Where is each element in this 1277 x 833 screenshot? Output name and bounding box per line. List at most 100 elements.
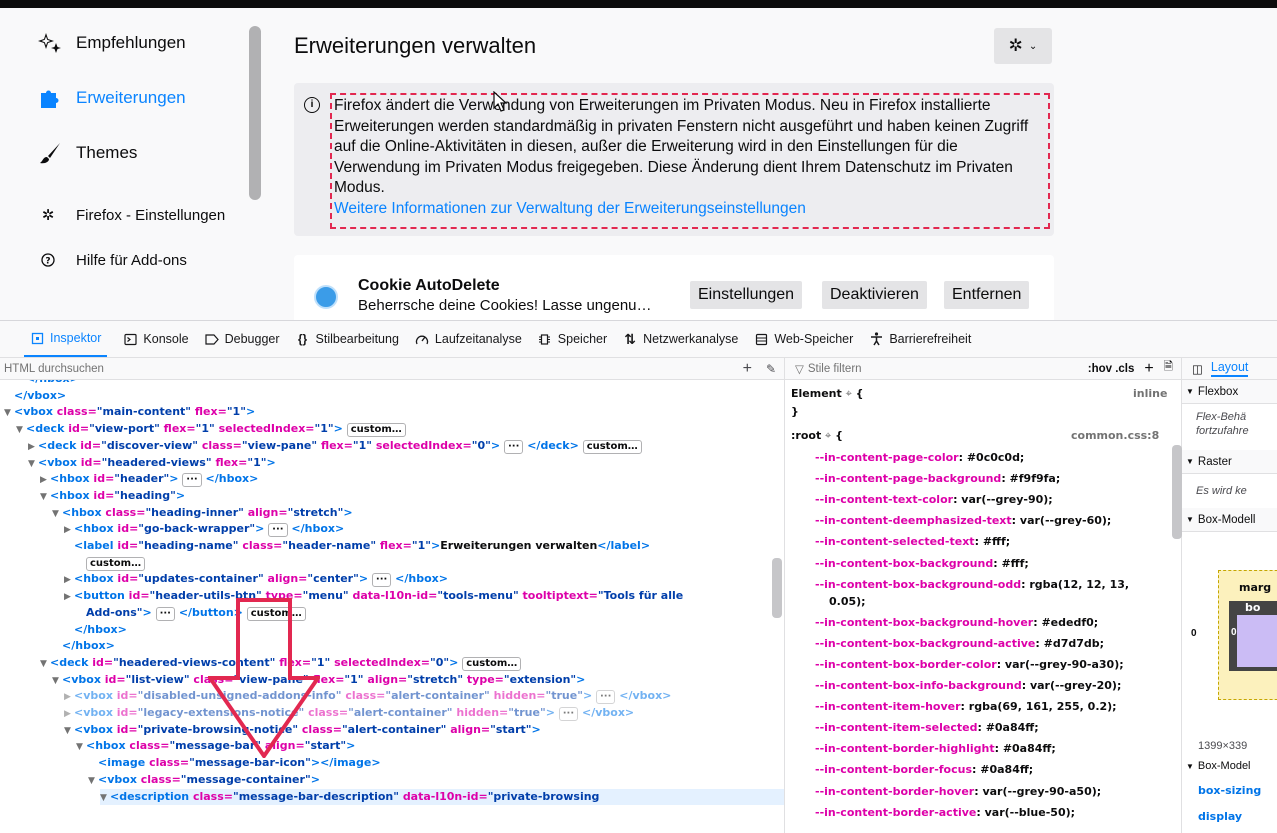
property-value[interactable]: rgba(69, 161, 255, 0.2); — [969, 700, 1117, 713]
css-declaration[interactable]: --in-content-item-selected: #0a84ff; — [815, 720, 1039, 736]
property-value[interactable]: #0a84ff; — [986, 721, 1039, 734]
css-declaration[interactable]: --in-content-border-focus: #0a84ff; — [815, 762, 1033, 778]
markup-node[interactable]: ▼ <hbox id="heading"> — [40, 488, 185, 504]
property-name[interactable]: --in-content-text-color — [815, 493, 953, 506]
css-declaration[interactable]: --in-content-border-active: var(--blue-5… — [815, 805, 1075, 821]
markup-node[interactable]: ▶ <vbox id="disabled-unsigned-addons-info… — [64, 688, 671, 705]
property-value[interactable]: #fff; — [1001, 557, 1028, 570]
property-name[interactable]: --in-content-box-background-hover — [815, 616, 1033, 629]
learn-more-link[interactable]: Weitere Informationen zur Verwaltung der… — [334, 199, 1046, 220]
twisty-icon[interactable]: ▶ — [64, 522, 74, 538]
property-value[interactable]: #0a84ff; — [980, 763, 1033, 776]
twisty-icon[interactable]: ▶ — [64, 706, 74, 722]
css-declaration[interactable]: --in-content-item-hover: rgba(69, 161, 2… — [815, 699, 1117, 715]
firefox-settings-link[interactable]: ✲ Firefox - Einstellungen — [38, 200, 226, 230]
markup-node[interactable]: ▼ <description class="message-bar-descrip… — [100, 788, 784, 805]
css-declaration[interactable]: --in-content-box-background: #fff; — [815, 556, 1029, 572]
add-node-icon[interactable]: + — [743, 360, 752, 378]
markup-node[interactable]: ▼ <deck id="view-port" flex="1" selectedI… — [16, 421, 406, 438]
markup-node[interactable]: ▼ <vbox class="main-content" flex="1"> — [4, 404, 255, 420]
border-left-value[interactable]: 0 — [1231, 627, 1237, 638]
add-rule-icon[interactable]: + — [1144, 360, 1153, 378]
property-value[interactable]: var(--blue-50); — [985, 806, 1075, 819]
markup-node[interactable]: <label id="heading-name" class="header-n… — [64, 538, 650, 554]
property-name[interactable]: --in-content-page-background — [815, 472, 1001, 485]
markup-node[interactable]: ▶ <hbox id="updates-container" align="cen… — [64, 571, 448, 588]
property-value[interactable]: #0a84ff; — [1003, 742, 1056, 755]
markup-node[interactable]: </hbox> — [16, 380, 79, 387]
property-name[interactable]: --in-content-border-hover — [815, 785, 974, 798]
property-value[interactable]: var(--grey-60); — [1020, 514, 1111, 527]
property-name[interactable]: --in-content-box-background-active — [815, 637, 1035, 650]
markup-node[interactable]: </hbox> — [64, 622, 127, 638]
css-declaration[interactable]: --in-content-deemphasized-text: var(--gr… — [815, 513, 1111, 529]
target-icon[interactable]: ⌖ — [825, 429, 831, 442]
property-name[interactable]: --in-content-selected-text — [815, 535, 975, 548]
markup-view[interactable]: </hbox></vbox>▼<vbox class="main-content… — [0, 380, 784, 833]
markup-node[interactable]: ▶ <deck id="discover-view" class="view-pa… — [28, 438, 642, 454]
twisty-icon[interactable]: ▼ — [16, 422, 26, 438]
tab-style-editor[interactable]: {} Stilbearbeitung — [296, 321, 399, 357]
tab-inspector[interactable]: Inspektor — [24, 321, 108, 357]
markup-search-input[interactable]: HTML durchsuchen — [4, 363, 743, 375]
rules-filter-input[interactable]: Stile filtern — [808, 363, 1088, 375]
markup-node[interactable]: custom… — [76, 555, 146, 571]
rule-source[interactable]: common.css:8 — [1071, 428, 1159, 444]
markup-node[interactable]: ▼ <vbox id="headered-views" flex="1"> — [28, 455, 276, 471]
css-declaration[interactable]: --in-content-page-background: #f9f9fa; — [815, 471, 1060, 487]
box-model-margin[interactable]: marg bo 0 0 — [1191, 570, 1277, 700]
tab-performance[interactable]: Laufzeitanalyse — [415, 321, 522, 357]
css-declaration[interactable]: --in-content-border-hover: var(--grey-90… — [815, 784, 1101, 800]
addon-settings-button[interactable]: Einstellungen — [690, 281, 803, 309]
markup-node[interactable]: </vbox> — [4, 388, 66, 404]
css-declaration[interactable]: --in-content-selected-text: #fff; — [815, 534, 1010, 550]
property-value[interactable]: #f9f9fa; — [1010, 472, 1061, 485]
category-themes[interactable]: Themes — [38, 138, 137, 168]
property-value[interactable]: var(--grey-20); — [1030, 679, 1121, 692]
addon-card-cookie-autodelete[interactable]: Cookie AutoDelete Beherrsche deine Cooki… — [294, 255, 1054, 320]
css-declaration[interactable]: --in-content-border-highlight: #0a84ff; — [815, 741, 1056, 757]
twisty-icon[interactable]: ▼ — [76, 739, 86, 755]
property-value[interactable]: #d7d7db; — [1044, 637, 1104, 650]
category-extensions[interactable]: Erweiterungen — [38, 83, 186, 113]
twisty-icon[interactable]: ▼ — [88, 773, 98, 789]
boxmodel-section-header[interactable]: ▼ Box-Modell — [1182, 508, 1277, 532]
property-value[interactable]: var(--grey-90); — [961, 493, 1052, 506]
markup-node[interactable]: ▶ <hbox id="go-back-wrapper"> ··· </hbox> — [64, 521, 344, 538]
css-declaration[interactable]: --in-content-text-color: var(--grey-90); — [815, 492, 1053, 508]
css-declaration[interactable]: --in-content-box-info-background: var(--… — [815, 678, 1121, 694]
toggle-pane-icon[interactable]: ◫ — [1192, 362, 1203, 376]
markup-node[interactable]: </hbox> — [52, 638, 115, 654]
markup-node[interactable]: ▼ <hbox class="heading-inner" align="stre… — [52, 505, 353, 521]
property-name[interactable]: --in-content-page-color — [815, 451, 959, 464]
property-name[interactable]: --in-content-border-active — [815, 806, 976, 819]
property-value[interactable]: rgba(12, 12, 13, — [1029, 578, 1129, 591]
twisty-icon[interactable]: ▼ — [52, 506, 62, 522]
property-value[interactable]: #ededf0; — [1041, 616, 1098, 629]
property-name[interactable]: --in-content-item-selected — [815, 721, 977, 734]
category-recommendations[interactable]: Empfehlungen — [38, 28, 186, 58]
rule-source[interactable]: inline — [1133, 386, 1167, 402]
tab-storage[interactable]: Web-Speicher — [754, 321, 853, 357]
sidebar-scrollbar[interactable] — [249, 26, 261, 200]
property-name[interactable]: --in-content-border-highlight — [815, 742, 995, 755]
property-name[interactable]: --in-content-box-border-color — [815, 658, 997, 671]
boxmodel-props-header[interactable]: ▼ Box-Model — [1186, 760, 1251, 772]
property-value[interactable]: var(--grey-90-a30); — [1005, 658, 1124, 671]
tab-layout[interactable]: Layout — [1210, 360, 1249, 377]
markup-node[interactable]: ▶ <button id="header-utils-btn" type="men… — [64, 588, 683, 604]
twisty-icon[interactable]: ▶ — [64, 689, 74, 705]
tools-menu-button[interactable]: ✲ ⌄ — [994, 28, 1052, 64]
tab-network[interactable]: ⇅ Netzwerkanalyse — [623, 321, 738, 357]
twisty-icon[interactable]: ▼ — [4, 405, 14, 421]
margin-left-value[interactable]: 0 — [1191, 628, 1197, 639]
css-declaration[interactable]: --in-content-box-border-color: var(--gre… — [815, 657, 1124, 673]
markup-node[interactable]: ▼ <vbox class="message-container"> — [88, 772, 320, 788]
property-name[interactable]: --in-content-deemphasized-text — [815, 514, 1012, 527]
rules-scrollbar[interactable] — [1172, 445, 1182, 539]
rules-view[interactable]: Element ⌖ { inline } :root ⌖ { common.cs… — [785, 380, 1181, 833]
twisty-icon[interactable]: ▼ — [28, 456, 38, 472]
css-declaration[interactable]: --in-content-box-background-odd: rgba(12… — [815, 577, 1129, 593]
twisty-icon[interactable]: ▼ — [40, 489, 50, 505]
grid-section-header[interactable]: ▼ Raster — [1182, 450, 1277, 474]
